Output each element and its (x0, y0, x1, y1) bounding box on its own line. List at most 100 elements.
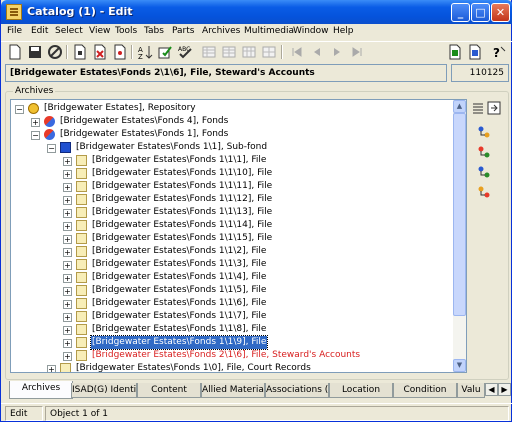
last-icon[interactable] (349, 44, 365, 60)
tree-item-label[interactable]: [Bridgewater Estates\Fonds 1\1\4], File (91, 271, 267, 284)
expand-icon[interactable]: + (63, 261, 72, 270)
next-icon[interactable] (329, 44, 345, 60)
doc-icon[interactable] (72, 44, 88, 60)
expand-icon[interactable]: + (63, 235, 72, 244)
tree-item[interactable]: + [Bridgewater Estates\Fonds 1\1\5], File (63, 284, 455, 297)
tree-item[interactable]: + [Bridgewater Estates\Fonds 1\0], File, … (47, 362, 455, 372)
expand-icon[interactable]: + (63, 313, 72, 322)
expand-icon[interactable]: + (31, 118, 40, 127)
tree-item-label[interactable]: [Bridgewater Estates\Fonds 1\1\1], File (91, 154, 267, 167)
scroll-thumb[interactable] (453, 113, 466, 316)
tree-item-label[interactable]: [Bridgewater Estates\Fonds 1\1\12], File (91, 193, 273, 206)
doc-delete-icon[interactable] (92, 44, 108, 60)
grid-icon[interactable] (201, 44, 217, 60)
tree-item-label[interactable]: [Bridgewater Estates\Fonds 1\1\7], File (91, 310, 267, 323)
tree-item-label[interactable]: [Bridgewater Estates\Fonds 1\1\13], File (91, 206, 273, 219)
tree-item[interactable]: + [Bridgewater Estates\Fonds 1\1\7], File (63, 310, 455, 323)
tab-location[interactable]: Location (329, 383, 393, 398)
maximize-button[interactable]: □ (471, 3, 490, 22)
tree-vertical-scrollbar[interactable]: ▲ ▼ (453, 100, 466, 372)
edit-check-icon[interactable] (157, 44, 173, 60)
help-icon[interactable]: ? (491, 44, 507, 60)
tree-branch-icon-2[interactable] (477, 145, 491, 159)
tree-item-label[interactable]: [Bridgewater Estates\Fonds 1\1\10], File (91, 167, 273, 180)
expand-icon[interactable]: + (63, 157, 72, 166)
tree-item-label[interactable]: [Bridgewater Estates\Fonds 1\1\14], File (91, 219, 273, 232)
tab-scroll-right[interactable]: ▶ (498, 383, 511, 396)
tree-item[interactable]: + [Bridgewater Estates\Fonds 1\1\3], File (63, 258, 455, 271)
tree-branch-icon-4[interactable] (477, 185, 491, 199)
tree-item-label[interactable]: [Bridgewater Estates\Fonds 1\1\3], File (91, 258, 267, 271)
expand-icon[interactable]: + (63, 352, 72, 361)
tree-item[interactable]: + [Bridgewater Estates\Fonds 1\1\1], File (63, 154, 455, 167)
menu-select[interactable]: Select (55, 26, 83, 36)
tree-item-label[interactable]: [Bridgewater Estates\Fonds 1\1\8], File (91, 323, 267, 336)
expand-icon[interactable]: + (63, 287, 72, 296)
menu-archives[interactable]: Archives (202, 26, 240, 36)
collapse-icon[interactable]: − (15, 105, 24, 114)
expand-icon[interactable]: + (63, 326, 72, 335)
menu-tabs[interactable]: Tabs (144, 26, 164, 36)
tree-item[interactable]: + [Bridgewater Estates\Fonds 1\1\12], Fil… (63, 193, 455, 206)
tree-item[interactable]: − [Bridgewater Estates\Fonds 1\1], Sub-fo… (47, 141, 455, 154)
tree-item[interactable]: − [Bridgewater Estates\Fonds 1], Fonds (31, 128, 455, 141)
first-icon[interactable] (289, 44, 305, 60)
tree-item-label[interactable]: [Bridgewater Estates\Fonds 1\1\5], File (91, 284, 267, 297)
tree-item-label[interactable]: [Bridgewater Estates\Fonds 1\1\15], File (91, 232, 273, 245)
expand-icon[interactable]: + (63, 183, 72, 192)
expand-icon[interactable]: + (47, 365, 56, 372)
expand-icon[interactable]: + (63, 170, 72, 179)
tab-isadg-identity[interactable]: ISAD(G) Identity (71, 383, 137, 398)
grid3-icon[interactable] (241, 44, 257, 60)
expand-icon[interactable]: + (63, 274, 72, 283)
tree-branch-icon-3[interactable] (477, 165, 491, 179)
scroll-up-button[interactable]: ▲ (453, 100, 466, 113)
tab-archives[interactable]: Archives (9, 381, 73, 399)
collapse-all-icon[interactable] (471, 101, 485, 115)
tree-item[interactable]: + [Bridgewater Estates\Fonds 1\1\10], Fil… (63, 167, 455, 180)
prev-icon[interactable] (309, 44, 325, 60)
tree-item[interactable]: + [Bridgewater Estates\Fonds 4], Fonds (31, 115, 455, 128)
doc-copy-icon[interactable] (112, 44, 128, 60)
export2-icon[interactable] (467, 44, 483, 60)
tab-valuation[interactable]: Valu (457, 383, 485, 398)
tree-item-label[interactable]: [Bridgewater Estates\Fonds 1\0], File, C… (75, 362, 312, 372)
tree-item[interactable]: + [Bridgewater Estates\Fonds 1\1\14], Fil… (63, 219, 455, 232)
spell-check-icon[interactable]: ABC (177, 44, 193, 60)
grid4-icon[interactable] (261, 44, 277, 60)
tree-item-label[interactable]: [Bridgewater Estates\Fonds 4], Fonds (59, 115, 229, 128)
tree-item-label[interactable]: [Bridgewater Estates\Fonds 1\1\2], File (91, 245, 267, 258)
archives-tree[interactable]: − [Bridgewater Estates], Repository + [Brid… (10, 99, 467, 373)
tree-item-label[interactable]: [Bridgewater Estates\Fonds 2\1\6], File,… (91, 349, 361, 362)
tab-scroll-left[interactable]: ◀ (485, 383, 498, 396)
tree-item[interactable]: + [Bridgewater Estates\Fonds 1\1\13], Fil… (63, 206, 455, 219)
title-bar[interactable]: Catalog (1) - Edit _ □ ✕ (1, 0, 512, 24)
expand-icon[interactable]: + (63, 222, 72, 231)
menu-multimedia[interactable]: Multimedia (244, 26, 294, 36)
expand-icon[interactable]: + (63, 300, 72, 309)
save-icon[interactable] (27, 44, 43, 60)
expand-icon[interactable]: + (63, 209, 72, 218)
tree-item[interactable]: + [Bridgewater Estates\Fonds 1\1\8], File (63, 323, 455, 336)
tab-allied-materials[interactable]: Allied Materials (201, 383, 265, 398)
menu-view[interactable]: View (89, 26, 110, 36)
menu-file[interactable]: File (7, 26, 22, 36)
menu-tools[interactable]: Tools (115, 26, 137, 36)
menu-help[interactable]: Help (333, 26, 354, 36)
minimize-button[interactable]: _ (451, 3, 470, 22)
menu-window[interactable]: Window (293, 26, 329, 36)
menu-edit[interactable]: Edit (31, 26, 48, 36)
tree-item[interactable]: + [Bridgewater Estates\Fonds 1\1\6], File (63, 297, 455, 310)
close-button[interactable]: ✕ (491, 3, 510, 22)
tab-associations[interactable]: Associations (1) (265, 383, 329, 398)
tree-item[interactable]: + [Bridgewater Estates\Fonds 1\1\4], File (63, 271, 455, 284)
tree-item[interactable]: − [Bridgewater Estates], Repository (15, 102, 455, 115)
new-icon[interactable] (7, 44, 23, 60)
cancel-icon[interactable] (47, 44, 63, 60)
tree-item-label[interactable]: [Bridgewater Estates\Fonds 1\1\9], File (89, 335, 269, 350)
grid2-icon[interactable] (221, 44, 237, 60)
scroll-down-button[interactable]: ▼ (453, 359, 466, 372)
tab-content[interactable]: Content (137, 383, 201, 398)
tab-condition[interactable]: Condition (393, 383, 457, 398)
tree-item[interactable]: + [Bridgewater Estates\Fonds 1\1\2], File (63, 245, 455, 258)
